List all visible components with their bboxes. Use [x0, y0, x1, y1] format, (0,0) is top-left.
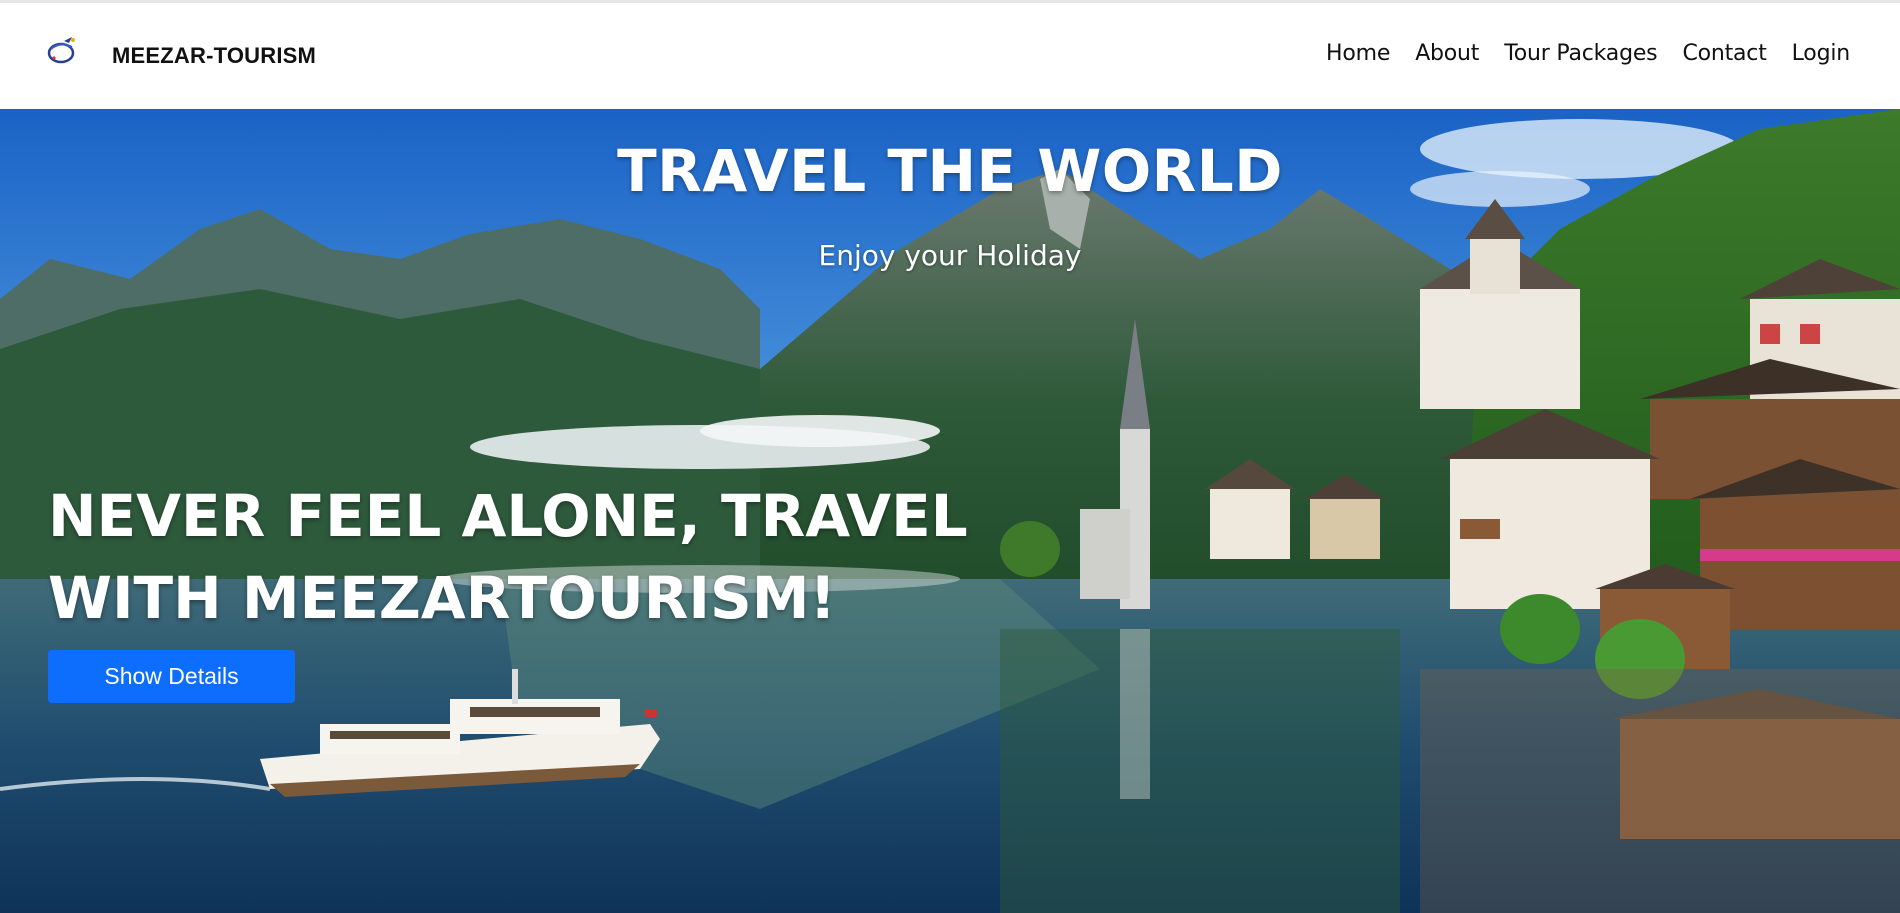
- navbar: MEEZAR-TOURISM Home About Tour Packages …: [0, 3, 1900, 109]
- nav-login-link[interactable]: Login: [1792, 41, 1851, 66]
- nav-about-link[interactable]: About: [1415, 41, 1479, 66]
- hero-banner: TRAVEL THE WORLD Enjoy your Holiday NEVE…: [0, 109, 1900, 913]
- hero-subtitle: Enjoy your Holiday: [818, 239, 1082, 272]
- nav-tour-packages-link[interactable]: Tour Packages: [1504, 41, 1657, 66]
- nav-contact-link[interactable]: Contact: [1682, 41, 1766, 66]
- hero-title: TRAVEL THE WORLD: [617, 137, 1283, 205]
- nav-home-link[interactable]: Home: [1326, 41, 1390, 66]
- main-nav: Home About Tour Packages Contact Login: [1326, 41, 1850, 66]
- brand-name[interactable]: MEEZAR-TOURISM: [112, 43, 316, 69]
- globe-plane-icon[interactable]: [42, 31, 82, 71]
- show-details-button[interactable]: Show Details: [48, 650, 295, 703]
- hero-headline: NEVER FEEL ALONE, TRAVEL WITH MEEZARTOUR…: [48, 482, 968, 632]
